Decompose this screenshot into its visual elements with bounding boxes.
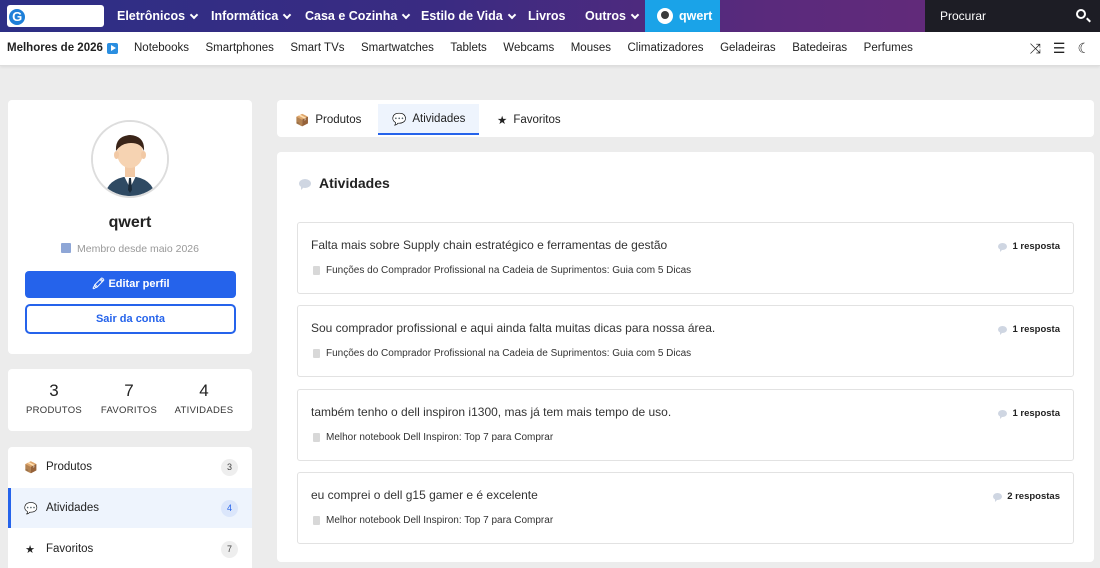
- play-icon: [106, 42, 118, 54]
- activity-comment-text: Falta mais sobre Supply chain estratégic…: [311, 238, 668, 252]
- chat-bubble-icon: [998, 243, 1008, 252]
- shuffle-icon[interactable]: ⤨: [1030, 40, 1041, 57]
- category-link[interactable]: Perfumes: [864, 42, 913, 54]
- chevron-down-icon: [283, 10, 292, 19]
- star-icon: ★: [25, 543, 35, 556]
- activity-feed: Atividades Falta mais sobre Supply chain…: [277, 152, 1094, 562]
- stats-card: 3 PRODUTOS 7 FAVORITOS 4 ATIVIDADES: [8, 369, 252, 431]
- activity-post-link[interactable]: Melhor notebook Dell Inspiron: Top 7 par…: [313, 515, 553, 526]
- reply-count: 1 resposta: [998, 408, 1060, 419]
- menu-item-favoritos[interactable]: ★ Favoritos 7: [8, 529, 252, 568]
- chat-bubble-icon: 💬: [392, 113, 407, 126]
- feed-title: Atividades: [299, 175, 390, 191]
- tab-produtos[interactable]: 📦 Produtos: [295, 104, 361, 135]
- tab-atividades[interactable]: 💬 Atividades: [378, 104, 480, 135]
- activity-item[interactable]: eu comprei o dell g15 gamer e é excelent…: [297, 472, 1074, 544]
- activity-post-link[interactable]: Funções do Comprador Profissional na Cad…: [313, 348, 691, 359]
- document-icon: [313, 266, 320, 275]
- activity-item[interactable]: Sou comprador profissional e aqui ainda …: [297, 305, 1074, 377]
- activity-comment-text: eu comprei o dell g15 gamer e é excelent…: [311, 488, 538, 502]
- nav-informatica[interactable]: Informática: [211, 0, 292, 32]
- chevron-down-icon: [189, 10, 199, 19]
- stat-atividades: 4 ATIVIDADES: [174, 381, 234, 416]
- chat-bubble-icon: 💬: [24, 502, 38, 515]
- category-link[interactable]: Smartwatches: [361, 42, 434, 54]
- avatar: [91, 120, 169, 198]
- category-links: Notebooks Smartphones Smart TVs Smartwat…: [134, 42, 929, 54]
- count-badge: 4: [221, 500, 238, 517]
- chevron-down-icon: [507, 10, 516, 19]
- calendar-icon: [61, 243, 71, 253]
- stat-produtos: 3 PRODUTOS: [25, 381, 83, 416]
- box-icon: 📦: [24, 461, 38, 474]
- stat-favoritos: 7 FAVORITOS: [100, 381, 158, 416]
- content-tabs: 📦 Produtos 💬 Atividades ★ Favoritos: [277, 100, 1094, 137]
- category-link[interactable]: Geladeiras: [720, 42, 776, 54]
- search-box[interactable]: Procurar: [925, 0, 1100, 32]
- menu-icon[interactable]: ☰: [1053, 40, 1066, 57]
- reply-count: 1 resposta: [998, 324, 1060, 335]
- activity-item[interactable]: Falta mais sobre Supply chain estratégic…: [297, 222, 1074, 294]
- profile-card: qwert Membro desde maio 2026 🖍 Editar pe…: [8, 100, 252, 354]
- search-input[interactable]: Procurar: [940, 9, 986, 23]
- tab-favoritos[interactable]: ★ Favoritos: [497, 104, 561, 135]
- category-link[interactable]: Notebooks: [134, 42, 189, 54]
- utility-icons: ⤨ ☰ ☾: [1030, 40, 1090, 57]
- user-avatar-icon: [657, 8, 673, 24]
- count-badge: 7: [221, 541, 238, 558]
- activity-post-link[interactable]: Melhor notebook Dell Inspiron: Top 7 par…: [313, 432, 553, 443]
- star-icon: ★: [497, 114, 508, 127]
- category-link[interactable]: Mouses: [571, 42, 611, 54]
- category-link[interactable]: Smartphones: [205, 42, 273, 54]
- moon-icon[interactable]: ☾: [1077, 40, 1090, 57]
- document-icon: [313, 433, 320, 442]
- count-badge: 3: [221, 459, 238, 476]
- reply-count: 2 respostas: [993, 491, 1060, 502]
- chevron-down-icon: [402, 10, 411, 19]
- logout-button[interactable]: Sair da conta: [25, 304, 236, 334]
- chat-bubble-icon: [993, 493, 1003, 502]
- activity-comment-text: também tenho o dell inspiron i1300, mas …: [311, 405, 672, 419]
- top-navigation-bar: Guiadecompra Eletrônicos Informática Cas…: [0, 0, 1100, 46]
- reply-count: 1 resposta: [998, 241, 1060, 252]
- chat-bubble-icon: [299, 178, 311, 190]
- profile-username: qwert: [108, 214, 152, 231]
- box-icon: 📦: [295, 114, 310, 127]
- category-link[interactable]: Smart TVs: [290, 42, 344, 54]
- category-link[interactable]: Webcams: [503, 42, 554, 54]
- category-bar: Melhores de 2026 Notebooks Smartphones S…: [0, 32, 1100, 66]
- chevron-down-icon: [630, 10, 640, 19]
- document-icon: [313, 516, 320, 525]
- nav-outros[interactable]: Outros: [585, 0, 640, 32]
- nav-livros[interactable]: Livros: [528, 0, 566, 32]
- member-since: Membro desde maio 2026: [8, 243, 252, 255]
- menu-item-atividades[interactable]: 💬 Atividades 4: [8, 488, 252, 528]
- chat-bubble-icon: [998, 326, 1008, 335]
- document-icon: [313, 349, 320, 358]
- avatar-illustration: [93, 122, 167, 196]
- activity-post-link[interactable]: Funções do Comprador Profissional na Cad…: [313, 265, 691, 276]
- chat-bubble-icon: [998, 410, 1008, 419]
- nav-eletronicos[interactable]: Eletrônicos: [117, 0, 199, 32]
- site-logo[interactable]: Guiadecompra: [7, 5, 104, 46]
- user-menu-button[interactable]: qwert: [645, 0, 720, 32]
- category-link[interactable]: Climatizadores: [628, 42, 704, 54]
- search-icon[interactable]: [1076, 9, 1086, 19]
- category-link[interactable]: Batedeiras: [792, 42, 847, 54]
- profile-menu: 📦 Produtos 3 💬 Atividades 4 ★ Favoritos …: [8, 447, 252, 568]
- category-link[interactable]: Tablets: [450, 42, 486, 54]
- nav-estilo-de-vida[interactable]: Estilo de Vida: [421, 0, 516, 32]
- nav-casa-e-cozinha[interactable]: Casa e Cozinha: [305, 0, 411, 32]
- activity-comment-text: Sou comprador profissional e aqui ainda …: [311, 321, 716, 335]
- best-of-link[interactable]: Melhores de 2026: [7, 42, 118, 54]
- menu-item-produtos[interactable]: 📦 Produtos 3: [8, 447, 252, 487]
- edit-profile-button[interactable]: 🖍 Editar perfil: [25, 271, 236, 298]
- activity-item[interactable]: também tenho o dell inspiron i1300, mas …: [297, 389, 1074, 461]
